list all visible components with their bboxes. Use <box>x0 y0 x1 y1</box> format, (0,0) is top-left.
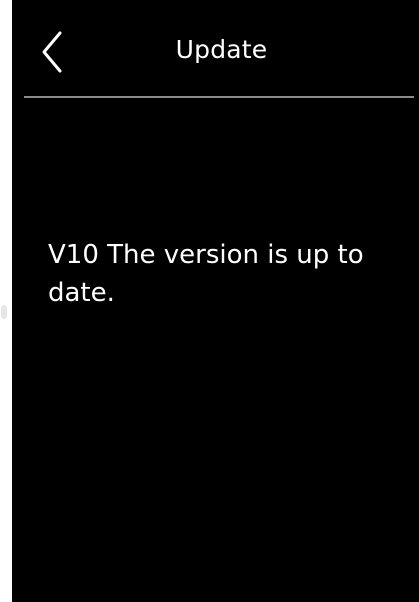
header-divider <box>24 96 414 98</box>
device-screen: Update V10 The version is up to date. <box>12 0 419 602</box>
update-status-message: V10 The version is up to date. <box>48 240 364 308</box>
top-bar: Update <box>12 0 419 98</box>
page-title: Update <box>175 35 268 64</box>
edge-mark <box>1 305 7 319</box>
